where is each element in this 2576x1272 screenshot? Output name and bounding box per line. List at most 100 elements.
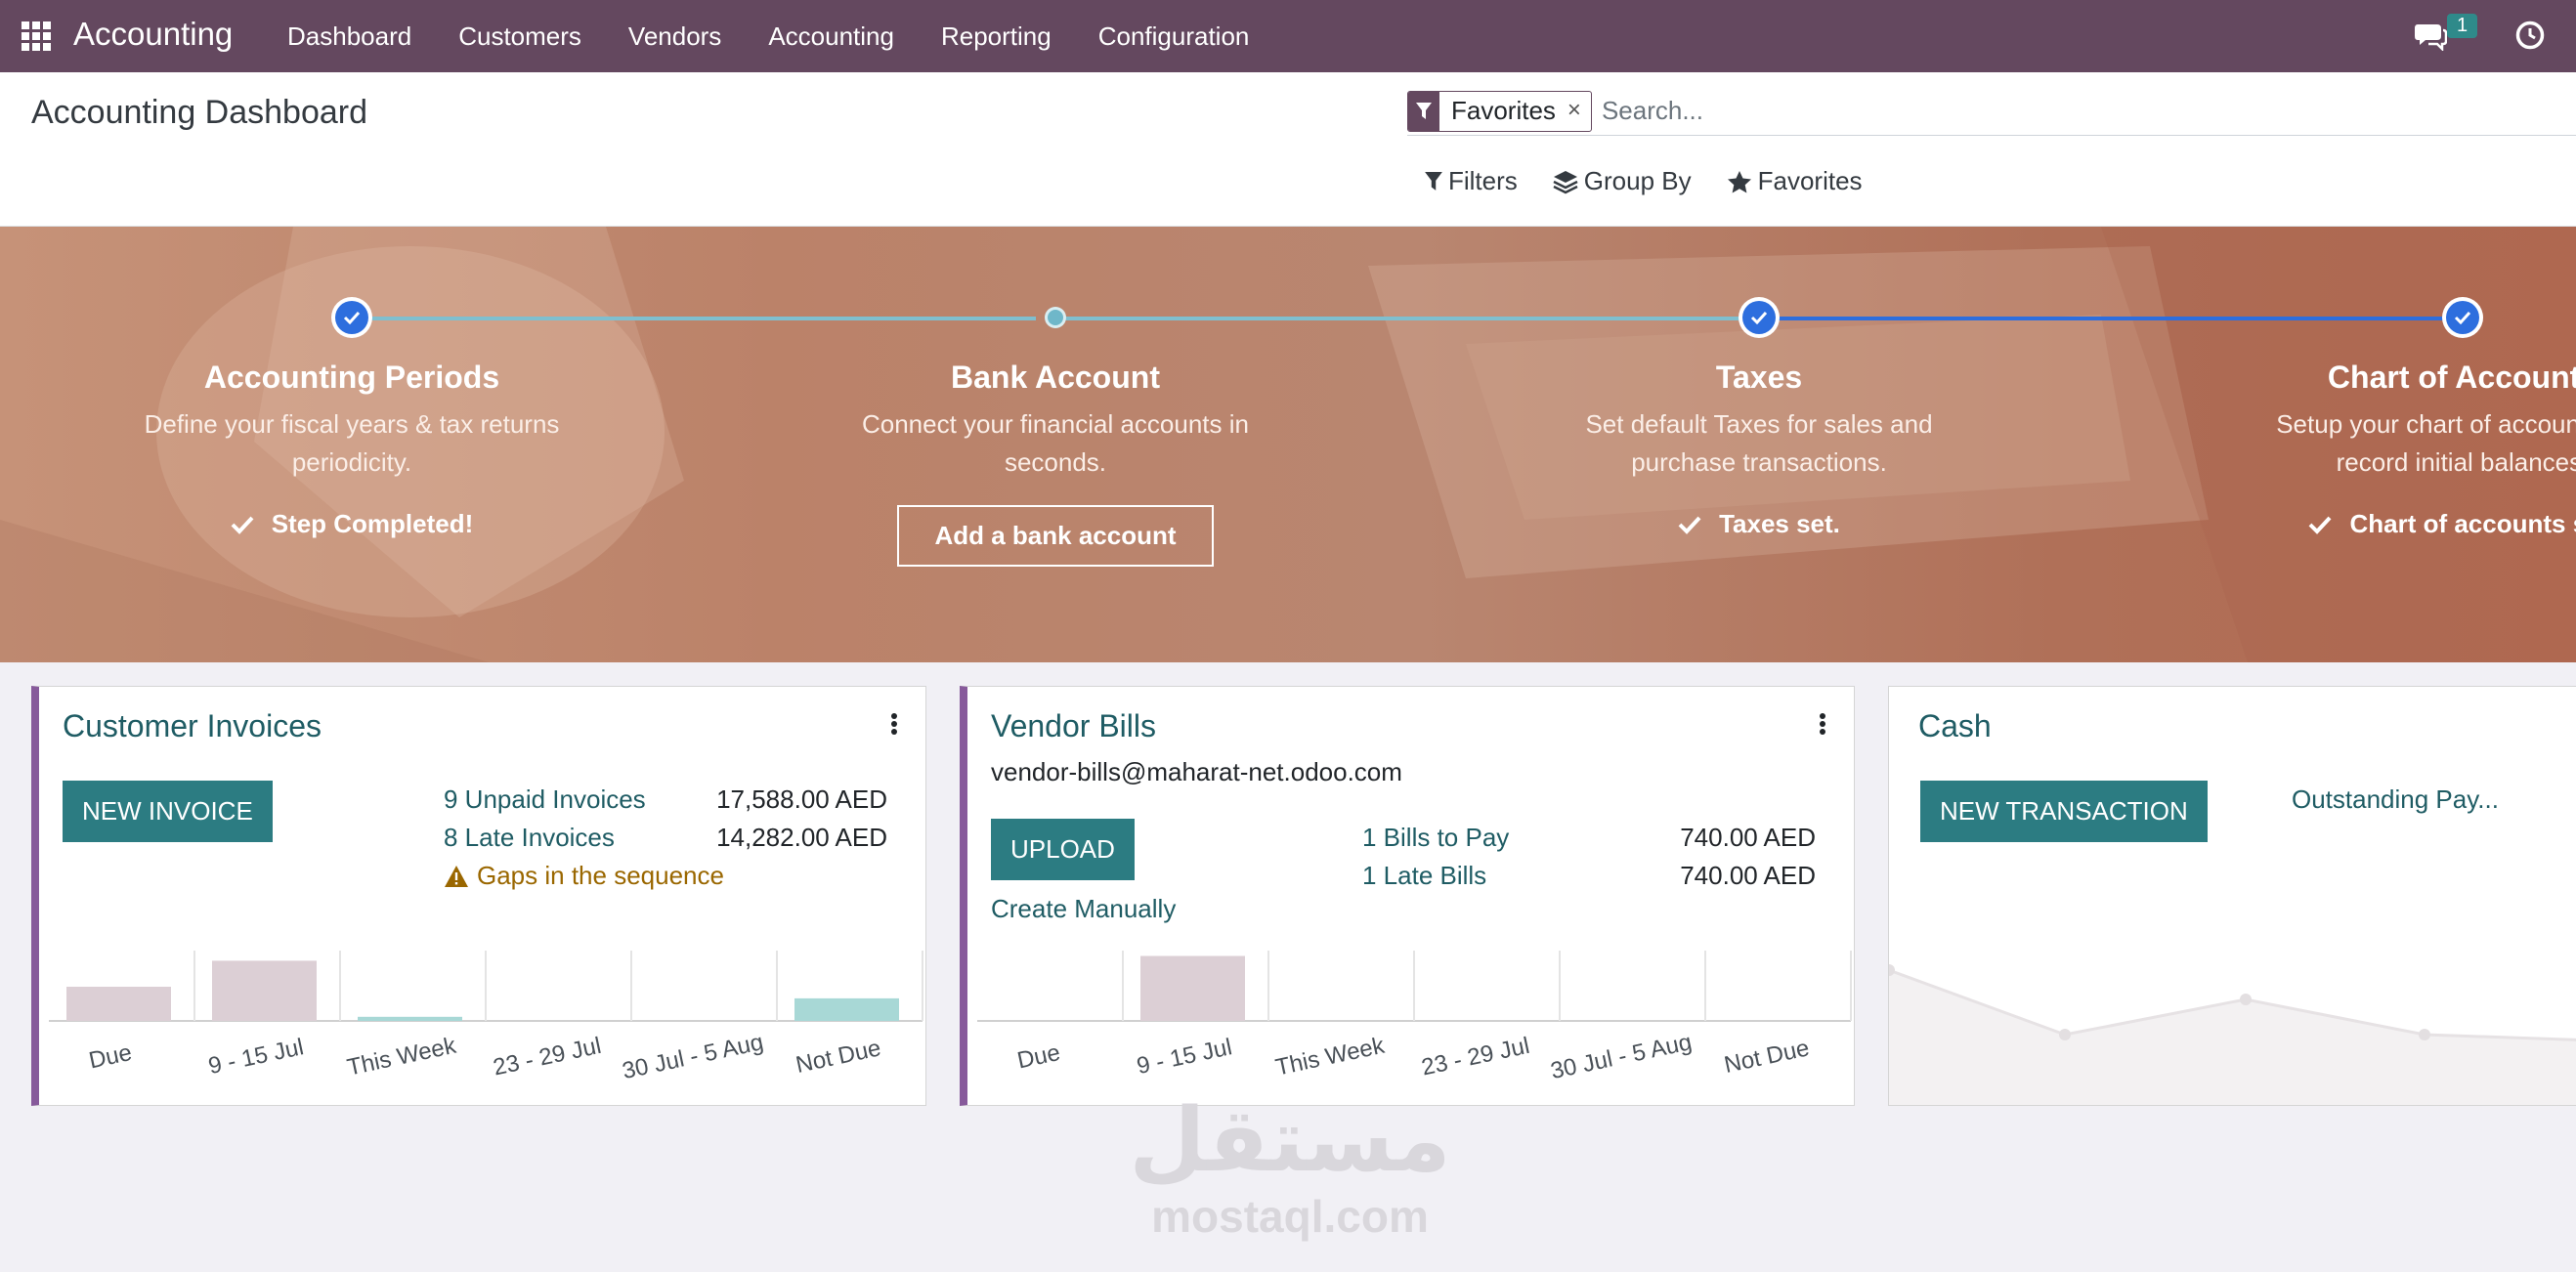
search-facet-favorites[interactable]: Favorites ×: [1407, 90, 1592, 132]
menu-item-reporting[interactable]: Reporting: [941, 21, 1052, 52]
control-panel: Accounting Dashboard Favorites × Filters…: [0, 72, 2576, 227]
menu-item-vendors[interactable]: Vendors: [628, 21, 721, 52]
menu-item-accounting[interactable]: Accounting: [768, 21, 894, 52]
watermark: مستقل mostaql.com: [1114, 1092, 1466, 1243]
unpaid-invoices-amount: 17,588.00 AED: [716, 784, 887, 814]
progress-line-1: [352, 317, 1036, 320]
step-dot-taxes: [1739, 297, 1780, 338]
step-title[interactable]: Accounting Periods: [78, 360, 625, 396]
outstanding-payments-link[interactable]: Outstanding Pay...: [2292, 784, 2499, 815]
menu-item-dashboard[interactable]: Dashboard: [287, 21, 411, 52]
late-invoices-link[interactable]: 8 Late Invoices: [444, 823, 615, 853]
new-invoice-button[interactable]: NEW INVOICE: [63, 781, 273, 842]
check-icon: [2309, 516, 2332, 534]
check-icon: [231, 516, 254, 534]
watermark-arabic: مستقل: [1129, 1092, 1451, 1190]
chart-bar[interactable]: [212, 960, 317, 1021]
check-icon: [1678, 516, 1701, 534]
chat-count-badge: 1: [2447, 14, 2478, 38]
upload-button[interactable]: UPLOAD: [991, 819, 1135, 880]
warning-icon: [445, 865, 468, 887]
chart-tick-label: This Week: [1273, 1033, 1388, 1081]
check-icon: [1750, 311, 1768, 324]
step-title[interactable]: Taxes: [1485, 360, 2033, 396]
add-bank-account-button[interactable]: Add a bank account: [897, 505, 1214, 567]
menu-item-customers[interactable]: Customers: [458, 21, 581, 52]
vendor-bills-card: Vendor Bills vendor-bills@maharat-net.od…: [960, 686, 1855, 1106]
favorites-label: Favorites: [1757, 166, 1863, 195]
new-transaction-button[interactable]: NEW TRANSACTION: [1920, 781, 2208, 842]
cash-card: Cash NEW TRANSACTION Outstanding Pay...: [1888, 686, 2576, 1106]
progress-line-3: [1759, 317, 2463, 320]
chart-tick-label: Due: [87, 1039, 135, 1075]
group-by-button[interactable]: Group By: [1553, 166, 1692, 196]
card-title[interactable]: Cash: [1918, 708, 1992, 744]
chat-icon[interactable]: [2414, 21, 2447, 51]
chart-tick-label: 30 Jul - 5 Aug: [1548, 1029, 1694, 1084]
step-dot-bank-account: [1045, 307, 1066, 328]
create-manually-link[interactable]: Create Manually: [991, 894, 1176, 924]
step-description: Connect your financial accounts in second…: [861, 409, 1249, 477]
filters-button[interactable]: Filters: [1425, 166, 1518, 196]
step-title[interactable]: Bank Account: [782, 360, 1329, 396]
unpaid-invoices-link[interactable]: 9 Unpaid Invoices: [444, 784, 646, 815]
sequence-gaps-warning[interactable]: Gaps in the sequence: [444, 861, 724, 891]
chart-tick-label: This Week: [345, 1033, 459, 1081]
cash-balance-line-chart: [1889, 964, 2576, 1105]
watermark-latin: mostaql.com: [1151, 1191, 1429, 1242]
chart-bar[interactable]: [358, 1016, 462, 1021]
chart-tick-label: Not Due: [794, 1035, 883, 1079]
facet-label: Favorites: [1451, 95, 1556, 125]
page-title: Accounting Dashboard: [31, 94, 368, 131]
filter-icon: [1408, 91, 1439, 131]
step-description: Define your fiscal years & tax returns pe…: [144, 409, 560, 477]
step-title[interactable]: Chart of Accounts: [2189, 360, 2576, 396]
check-icon: [343, 311, 361, 324]
activity-clock-icon[interactable]: [2514, 20, 2546, 51]
card-title[interactable]: Vendor Bills: [991, 708, 1156, 744]
step-dot-accounting-periods: [331, 297, 372, 338]
filter-icon: [1425, 171, 1442, 191]
check-icon: [2454, 311, 2471, 324]
progress-line-2: [1055, 317, 1759, 320]
top-navbar: Accounting Dashboard Customers Vendors A…: [0, 0, 2576, 72]
customer-invoices-aging-chart: Due 9 - 15 Jul This Week 23 - 29 Jul 30 Jul …: [49, 951, 923, 1084]
vendor-bills-aging-chart: Due 9 - 15 Jul This Week 23 - 29 Jul 30 Jul …: [977, 951, 1852, 1084]
step-completed-status: Taxes set.: [1485, 509, 2033, 539]
step-taxes: Taxes Set default Taxes for sales and pur…: [1485, 360, 2033, 539]
group-by-label: Group By: [1583, 166, 1692, 195]
search-bar: Favorites ×: [1407, 87, 2576, 136]
vendor-bills-email: vendor-bills@maharat-net.odoo.com: [991, 757, 1402, 786]
chart-tick-label: 23 - 29 Jul: [1419, 1033, 1531, 1081]
chart-tick-label: 9 - 15 Jul: [1135, 1034, 1234, 1080]
app-brand[interactable]: Accounting: [73, 16, 233, 53]
step-completed-status: Step Completed!: [78, 509, 625, 539]
chart-tick-label: 23 - 29 Jul: [491, 1033, 603, 1081]
kebab-menu-icon[interactable]: [1818, 712, 1827, 738]
late-bills-link[interactable]: 1 Late Bills: [1362, 861, 1486, 891]
search-input[interactable]: [1601, 96, 2383, 126]
chart-bar[interactable]: [66, 987, 171, 1021]
chart-tick-label: 30 Jul - 5 Aug: [620, 1029, 765, 1084]
filters-label: Filters: [1448, 166, 1518, 195]
facet-remove-icon[interactable]: ×: [1566, 92, 1591, 131]
late-bills-amount: 740.00 AED: [1680, 861, 1816, 890]
chart-bar[interactable]: [794, 997, 899, 1021]
onboarding-banner: Accounting Periods Define your fiscal ye…: [0, 227, 2576, 662]
customer-invoices-card: Customer Invoices NEW INVOICE 9 Unpaid I…: [31, 686, 926, 1106]
chart-tick-label: Not Due: [1722, 1035, 1812, 1079]
card-title[interactable]: Customer Invoices: [63, 708, 322, 744]
chart-bar[interactable]: [1140, 955, 1245, 1022]
step-completed-status: Chart of accounts set.: [2189, 509, 2576, 539]
menu-item-configuration[interactable]: Configuration: [1098, 21, 1250, 52]
bills-to-pay-link[interactable]: 1 Bills to Pay: [1362, 823, 1509, 853]
apps-menu-icon[interactable]: [21, 21, 51, 51]
search-options: Filters Group By Favorites: [1425, 166, 1898, 196]
kebab-menu-icon[interactable]: [889, 712, 899, 738]
favorites-button[interactable]: Favorites: [1727, 166, 1863, 196]
layers-icon: [1553, 170, 1578, 193]
star-icon: [1727, 170, 1751, 192]
main-menu: Dashboard Customers Vendors Accounting R…: [287, 0, 1296, 72]
step-description: Setup your chart of accounts andrecord i…: [2276, 409, 2576, 477]
chart-tick-label: Due: [1015, 1039, 1063, 1075]
